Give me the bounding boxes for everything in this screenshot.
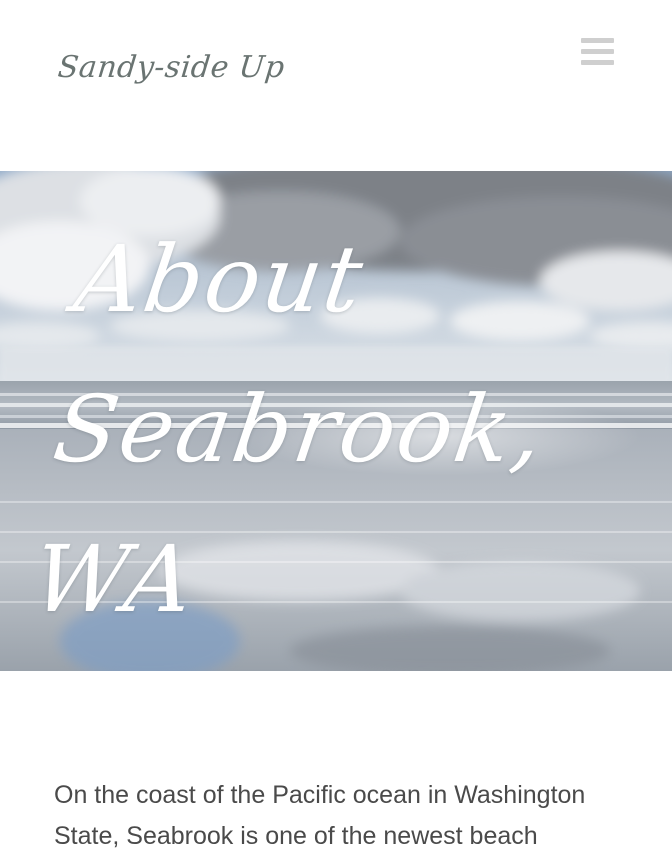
site-logo[interactable]: Sandy-side Up: [56, 50, 286, 85]
menu-bar: [581, 49, 614, 54]
hero-banner: About Seabrook, WA: [0, 171, 672, 671]
menu-bar: [581, 60, 614, 65]
hamburger-menu-icon[interactable]: [578, 36, 616, 68]
intro-paragraph: On the coast of the Pacific ocean in Was…: [54, 781, 586, 850]
page-title-line: WA: [26, 526, 202, 633]
site-header: Sandy-side Up: [0, 0, 672, 170]
page-title-line: About: [68, 226, 371, 333]
main-content: On the coast of the Pacific ocean in Was…: [0, 671, 672, 854]
page-title-line: Seabrook,: [47, 376, 552, 483]
menu-bar: [581, 38, 614, 43]
page-title: About Seabrook, WA: [23, 205, 672, 655]
